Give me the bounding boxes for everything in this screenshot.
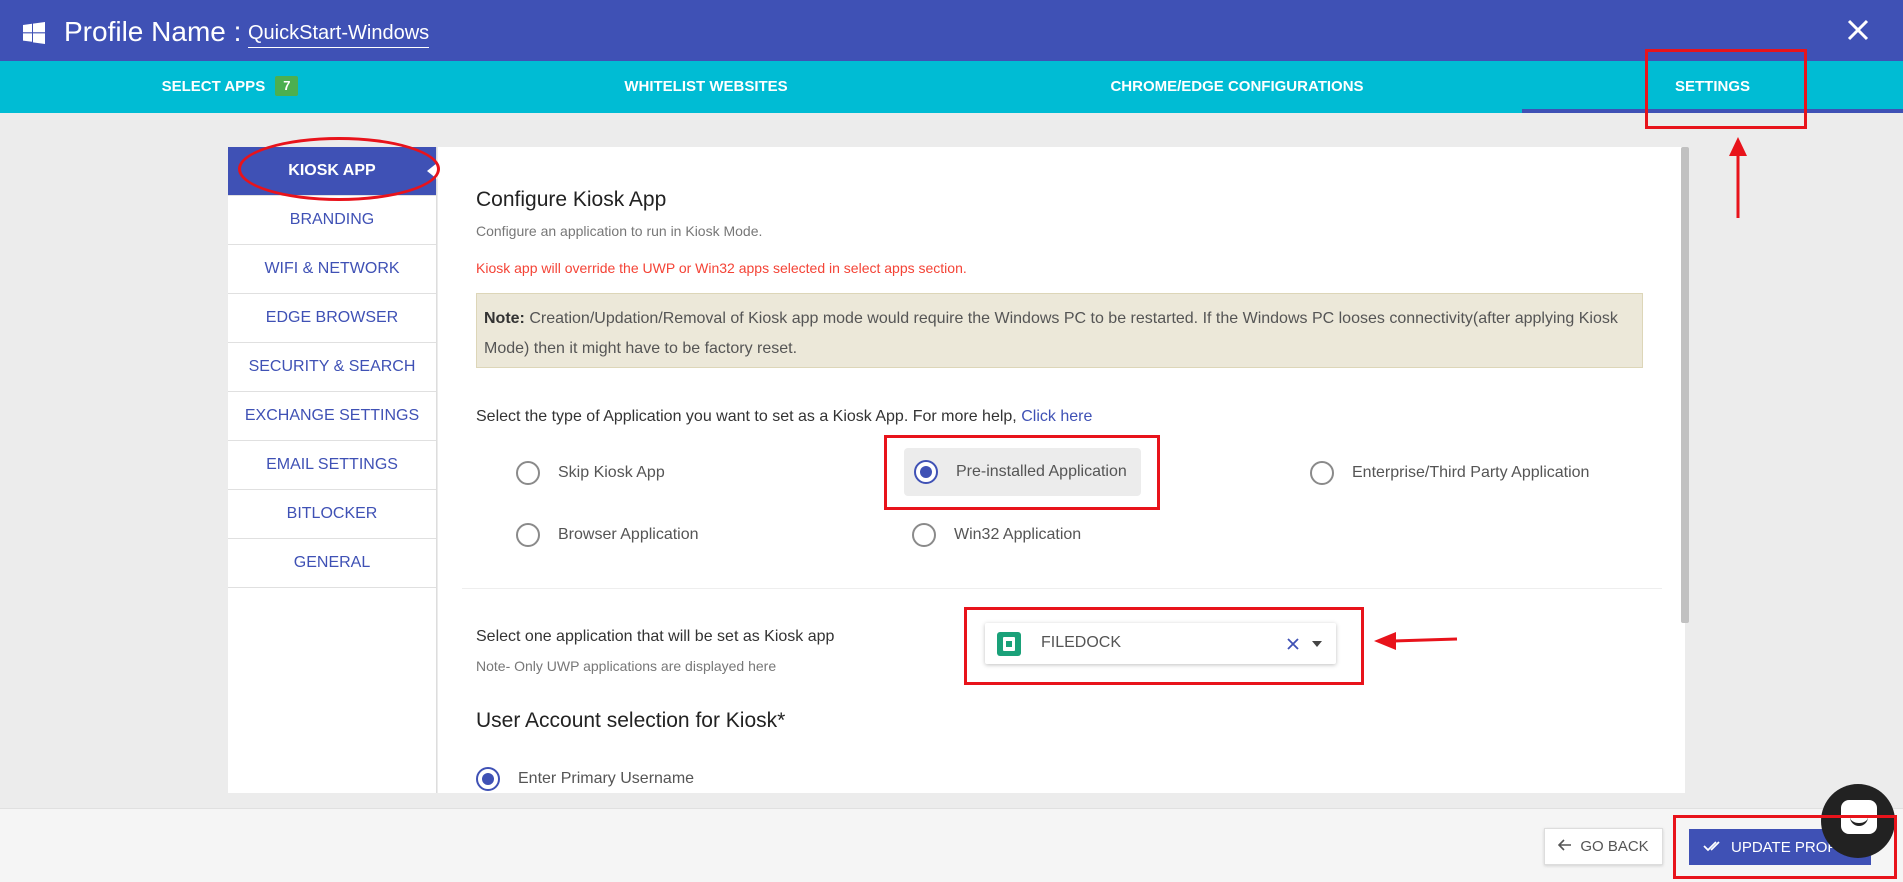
arrow-up-icon — [1729, 137, 1747, 156]
tab-bar: SELECT APPS 7 WHITELIST WEBSITES CHROME/E… — [0, 61, 1903, 113]
sidebar-item-email-settings[interactable]: EMAIL SETTINGS — [228, 441, 436, 490]
note-label: Note: — [484, 310, 525, 327]
tab-select-apps[interactable]: SELECT APPS 7 — [0, 61, 460, 113]
radio-skip-kiosk-app[interactable]: Skip Kiosk App — [516, 451, 665, 495]
app-count-badge: 7 — [275, 76, 299, 97]
radio-browser-application[interactable]: Browser Application — [516, 513, 699, 557]
go-back-button[interactable]: GO BACK — [1544, 828, 1663, 865]
override-warning: Kiosk app will override the UWP or Win32… — [476, 260, 967, 276]
radio-label: Enterprise/Third Party Application — [1352, 464, 1590, 481]
sidebar-item-security-search[interactable]: SECURITY & SEARCH — [228, 343, 436, 392]
radio-label: Skip Kiosk App — [558, 464, 665, 481]
radio-label: Browser Application — [558, 526, 699, 543]
user-account-title: User Account selection for Kiosk* — [476, 709, 786, 732]
app-type-question: Select the type of Application you want … — [476, 408, 1092, 426]
sidebar-item-edge-browser[interactable]: EDGE BROWSER — [228, 294, 436, 343]
highlight-kiosk-app-item — [238, 137, 440, 201]
radio-button[interactable] — [476, 767, 500, 791]
sidebar-item-exchange-settings[interactable]: EXCHANGE SETTINGS — [228, 392, 436, 441]
radio-label: Enter Primary Username — [518, 770, 695, 787]
app-select-label: Select one application that will be set … — [476, 628, 835, 645]
tab-whitelist-websites[interactable]: WHITELIST WEBSITES — [460, 61, 952, 113]
content-scrollbar[interactable] — [1681, 147, 1689, 623]
sidebar-item-bitlocker[interactable]: BITLOCKER — [228, 490, 436, 539]
note-text: Creation/Updation/Removal of Kiosk app m… — [484, 310, 1618, 357]
radio-button[interactable] — [516, 523, 540, 547]
highlight-app-dropdown — [964, 607, 1364, 685]
sidebar-item-branding[interactable]: BRANDING — [228, 196, 436, 245]
section-divider — [462, 588, 1662, 589]
highlight-settings-tab — [1645, 49, 1807, 129]
question-text: Select the type of Application you want … — [476, 408, 1022, 425]
close-icon[interactable] — [1840, 12, 1876, 48]
radio-label: Win32 Application — [954, 526, 1082, 543]
tab-chrome-edge-configurations[interactable]: CHROME/EDGE CONFIGURATIONS — [952, 61, 1522, 113]
windows-logo-icon — [23, 22, 45, 44]
arrow-left-icon — [1558, 838, 1572, 855]
go-back-label: GO BACK — [1580, 838, 1649, 855]
app-select-note: Note- Only UWP applications are displaye… — [476, 658, 777, 674]
sidebar-item-general[interactable]: GENERAL — [228, 539, 436, 588]
section-subtitle: Configure an application to run in Kiosk… — [476, 223, 763, 239]
settings-sidebar: KIOSK APP BRANDING WIFI & NETWORK EDGE B… — [228, 147, 437, 793]
sidebar-item-wifi-network[interactable]: WIFI & NETWORK — [228, 245, 436, 294]
help-link[interactable]: Click here — [1021, 408, 1092, 425]
radio-win32-application[interactable]: Win32 Application — [912, 513, 1081, 557]
header-bar: Profile Name : QuickStart-Windows — [0, 0, 1903, 61]
restart-note: Note: Creation/Updation/Removal of Kiosk… — [476, 293, 1643, 368]
profile-name-label: Profile Name : — [64, 16, 242, 47]
radio-enter-primary-username[interactable]: Enter Primary Username — [476, 757, 694, 793]
highlight-update-button — [1673, 815, 1897, 879]
radio-button[interactable] — [1310, 461, 1334, 485]
highlight-pre-installed-option — [884, 435, 1160, 510]
radio-enterprise-third-party[interactable]: Enterprise/Third Party Application — [1310, 451, 1589, 495]
radio-button[interactable] — [912, 523, 936, 547]
section-title: Configure Kiosk App — [476, 188, 667, 211]
tab-label: SELECT APPS — [161, 78, 266, 95]
radio-button[interactable] — [516, 461, 540, 485]
profile-name-field[interactable]: QuickStart-Windows — [248, 22, 430, 48]
